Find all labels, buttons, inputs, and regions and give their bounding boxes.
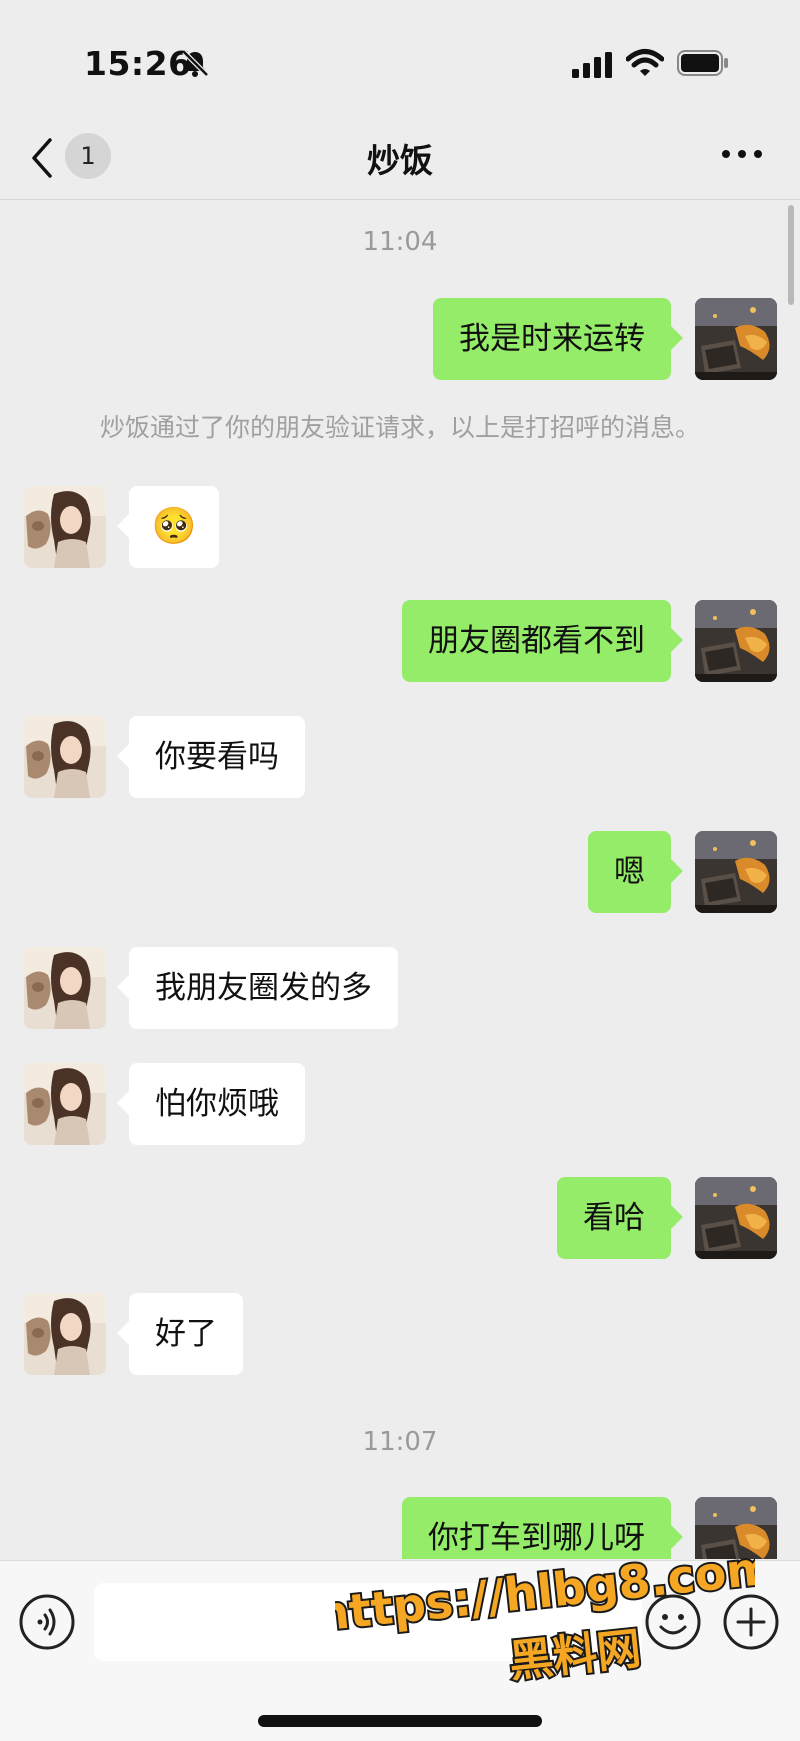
message-timestamp: 11:04 (362, 227, 438, 257)
message-timestamp: 11:07 (362, 1427, 438, 1457)
watermark-url: https://hlbg8.com (335, 1545, 755, 1635)
friend-avatar[interactable] (24, 947, 106, 1029)
outgoing-message[interactable]: 朋友圈都看不到 (402, 600, 683, 682)
signal-icon (572, 52, 612, 78)
svg-text:https://hlbg8.com: https://hlbg8.com (335, 1545, 755, 1635)
outgoing-message[interactable]: 看哈 (557, 1177, 683, 1259)
scrollbar[interactable] (788, 205, 794, 305)
outgoing-message[interactable]: 我是时来运转 (433, 298, 683, 380)
home-indicator (258, 1715, 542, 1727)
system-notice: 炒饭通过了你的朋友验证请求，以上是打招呼的消息。 (99, 413, 700, 442)
self-avatar[interactable] (695, 600, 777, 682)
friend-avatar[interactable] (24, 1063, 106, 1145)
wifi-icon (626, 49, 664, 76)
incoming-message[interactable]: 好了 (117, 1293, 243, 1375)
self-avatar[interactable] (695, 831, 777, 913)
svg-text:黑料网: 黑料网 (507, 1624, 644, 1684)
watermark-name: 黑料网 (505, 1624, 646, 1684)
self-avatar[interactable] (695, 1177, 777, 1259)
message-list[interactable]: 11:04 我是时来运转 炒饭通过了你的朋友验证请求，以上是打招呼的消息。 🥺 … (0, 201, 800, 1559)
chat-title: 炒饭 (367, 141, 433, 180)
outgoing-message[interactable]: 嗯 (588, 831, 683, 913)
status-time: 15:26 (84, 44, 192, 83)
chat-header: 1 炒饭 (0, 120, 800, 200)
incoming-emoji-message[interactable]: 🥺 (117, 486, 219, 568)
friend-avatar[interactable] (24, 716, 106, 798)
friend-avatar[interactable] (24, 486, 106, 568)
friend-avatar[interactable] (24, 1293, 106, 1375)
incoming-message[interactable]: 怕你烦哦 (117, 1063, 305, 1145)
incoming-message[interactable]: 你要看吗 (117, 716, 305, 798)
voice-icon[interactable] (18, 1593, 76, 1651)
bell-slash-icon (182, 50, 209, 77)
more-icon[interactable] (720, 144, 764, 164)
self-avatar[interactable] (695, 298, 777, 380)
battery-icon (677, 50, 728, 76)
status-bar: 15:26 (0, 0, 800, 120)
incoming-message[interactable]: 我朋友圈发的多 (117, 947, 398, 1029)
